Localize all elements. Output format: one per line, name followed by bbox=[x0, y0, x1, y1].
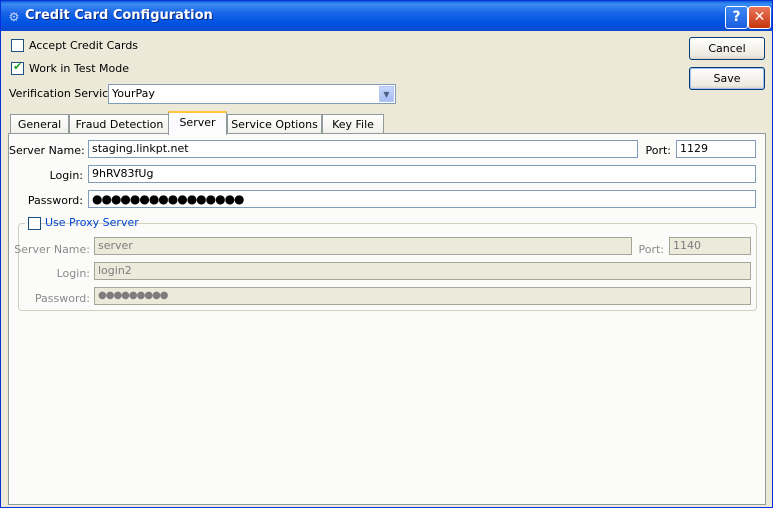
tab-general[interactable]: General bbox=[10, 114, 69, 134]
verification-service-select[interactable]: YourPay ▼ bbox=[108, 84, 396, 104]
port-label: Port: bbox=[645, 144, 671, 157]
server-tab-panel: Server Name: staging.linkpt.net Port: 11… bbox=[8, 133, 766, 505]
checkmark-icon: ✔ bbox=[13, 60, 23, 73]
title-bar[interactable]: ⚙ Credit Card Configuration ? ✕ bbox=[1, 1, 772, 31]
server-name-input[interactable]: staging.linkpt.net bbox=[88, 140, 638, 158]
login-label: Login: bbox=[49, 169, 83, 182]
proxy-password-label: Password: bbox=[34, 292, 90, 305]
password-label: Password: bbox=[27, 194, 83, 207]
accept-credit-cards-checkbox[interactable] bbox=[11, 39, 24, 52]
tab-server[interactable]: Server bbox=[168, 111, 227, 135]
tab-service-options[interactable]: Service Options bbox=[227, 114, 322, 134]
proxy-port-input[interactable]: 1140 bbox=[669, 237, 751, 255]
work-in-test-mode-checkbox[interactable]: ✔ bbox=[11, 60, 24, 75]
app-icon: ⚙ bbox=[8, 10, 20, 24]
work-in-test-mode-label: Work in Test Mode bbox=[29, 62, 130, 75]
proxy-server-name-input[interactable]: server bbox=[94, 237, 632, 255]
help-button[interactable]: ? bbox=[725, 6, 748, 29]
accept-credit-cards-label: Accept Credit Cards bbox=[29, 39, 139, 52]
proxy-server-group: Use Proxy Server Server Name: server Por… bbox=[14, 216, 757, 311]
verification-service-label: Verification Service: bbox=[9, 87, 119, 100]
use-proxy-server-label: Use Proxy Server bbox=[45, 216, 139, 229]
server-name-label: Server Name: bbox=[9, 144, 85, 157]
proxy-login-input[interactable]: login2 bbox=[94, 262, 751, 280]
close-button[interactable]: ✕ bbox=[748, 6, 771, 29]
chevron-down-icon[interactable]: ▼ bbox=[379, 86, 394, 102]
login-input[interactable]: 9hRV83fUg bbox=[88, 165, 756, 183]
tab-fraud-detection[interactable]: Fraud Detection bbox=[69, 114, 170, 134]
proxy-port-label: Port: bbox=[638, 243, 664, 256]
password-input[interactable]: ●●●●●●●●●●●●●●●● bbox=[88, 190, 756, 208]
cancel-button[interactable]: Cancel bbox=[689, 37, 765, 60]
tab-key-file[interactable]: Key File bbox=[322, 114, 384, 134]
window-title: Credit Card Configuration bbox=[25, 8, 213, 23]
save-button[interactable]: Save bbox=[689, 67, 765, 90]
close-icon: ✕ bbox=[753, 9, 766, 25]
port-input[interactable]: 1129 bbox=[676, 140, 756, 158]
use-proxy-server-checkbox[interactable] bbox=[28, 217, 41, 230]
credit-card-config-window: ⚙ Credit Card Configuration ? ✕ Accept C… bbox=[0, 0, 773, 508]
proxy-server-name-label: Server Name: bbox=[14, 243, 90, 256]
proxy-login-label: Login: bbox=[56, 267, 90, 280]
verification-service-value: YourPay bbox=[112, 87, 155, 100]
proxy-server-header: Use Proxy Server bbox=[25, 216, 139, 230]
proxy-password-input[interactable]: ●●●●●●●●● bbox=[94, 287, 751, 305]
